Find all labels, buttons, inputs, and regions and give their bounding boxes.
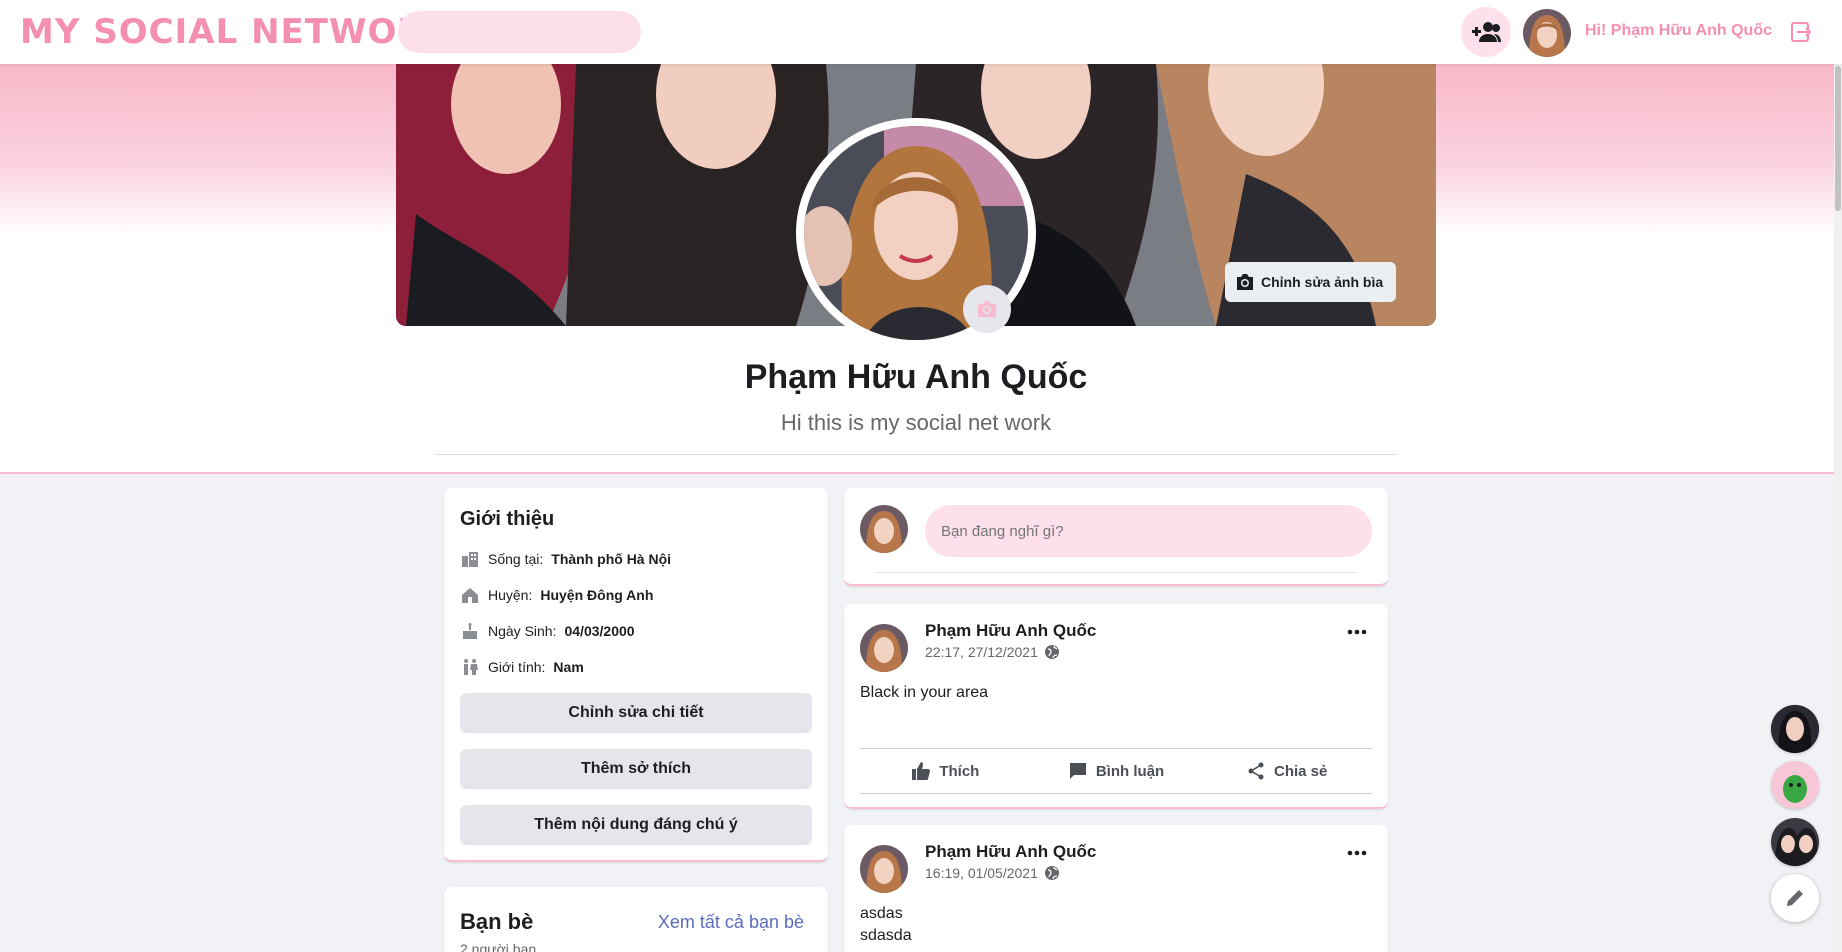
cake-icon: [460, 621, 480, 641]
intro-card: Giới thiệu Sống tại: Thành phố Hà Nội Hu…: [444, 488, 828, 862]
post-time: 22:17, 27/12/2021: [925, 644, 1038, 660]
more-icon: [1347, 629, 1367, 635]
header-avatar[interactable]: [1523, 9, 1571, 57]
intro-label: Giới tính:: [488, 659, 546, 675]
edit-cover-label: Chỉnh sửa ảnh bìa: [1261, 274, 1384, 290]
composer-avatar[interactable]: [860, 505, 908, 553]
post-text-line: sdasda: [860, 927, 912, 944]
comment-label: Bình luận: [1095, 762, 1165, 780]
like-label: Thích: [939, 762, 980, 780]
edit-details-button[interactable]: Chỉnh sửa chi tiết: [460, 693, 812, 733]
intro-label: Huyện:: [488, 587, 533, 603]
intro-title: Giới thiệu: [460, 508, 555, 530]
intro-value: 04/03/2000: [564, 623, 635, 639]
share-icon: [1248, 762, 1264, 780]
intro-value: Nam: [553, 659, 584, 675]
intro-row-city: Sống tại: Thành phố Hà Nội: [460, 548, 671, 570]
composer-divider: [876, 572, 1356, 573]
post-text-line: asdas: [860, 905, 903, 922]
contact-avatar[interactable]: [1771, 705, 1819, 753]
search-input[interactable]: [398, 11, 641, 53]
profile-divider: [435, 454, 1397, 455]
friends-count: 2 người bạn: [460, 941, 537, 952]
post-author[interactable]: Phạm Hữu Anh Quốc: [925, 842, 1096, 862]
more-icon: [1347, 850, 1367, 856]
post-author[interactable]: Phạm Hữu Anh Quốc: [925, 621, 1096, 641]
pencil-icon: [1787, 890, 1803, 906]
post-card: Phạm Hữu Anh Quốc 22:17, 27/12/2021 Blac…: [844, 604, 1388, 809]
post-author-avatar[interactable]: [860, 845, 908, 893]
add-friends-icon: [1472, 22, 1501, 42]
comment-icon: [1069, 763, 1086, 779]
post-text: Black in your area: [860, 684, 989, 701]
logout-icon[interactable]: [1789, 20, 1813, 44]
post-time: 16:19, 01/05/2021: [925, 865, 1038, 881]
change-avatar-button[interactable]: [963, 285, 1011, 333]
intro-value: Thành phố Hà Nội: [551, 551, 672, 567]
gender-icon: [460, 657, 480, 677]
globe-icon: [1044, 645, 1059, 659]
intro-value: Huyện Đông Anh: [540, 587, 654, 603]
add-hobbies-button[interactable]: Thêm sở thích: [460, 749, 812, 789]
home-icon: [460, 585, 480, 605]
header-greeting[interactable]: Hi! Phạm Hữu Anh Quốc: [1585, 22, 1772, 40]
contact-avatar[interactable]: [1771, 818, 1819, 866]
intro-row-gender: Giới tính: Nam: [460, 656, 584, 678]
add-featured-button[interactable]: Thêm nội dung đáng chú ý: [460, 805, 812, 845]
post-actions: Thích Bình luận Chia sẻ: [860, 748, 1372, 794]
see-all-friends-link[interactable]: Xem tất cả bạn bè: [658, 912, 804, 933]
contact-avatar[interactable]: [1771, 761, 1819, 809]
post-meta: 16:19, 01/05/2021: [925, 865, 1060, 881]
globe-icon: [1044, 866, 1059, 880]
intro-row-district: Huyện: Huyện Đông Anh: [460, 584, 653, 606]
profile-name: Phạm Hữu Anh Quốc: [744, 358, 1088, 396]
like-button[interactable]: Thích: [860, 749, 1031, 793]
new-message-button[interactable]: [1771, 874, 1819, 922]
post-author-avatar[interactable]: [860, 624, 908, 672]
intro-label: Ngày Sinh:: [488, 623, 557, 639]
profile-bio: Hi this is my social net work: [780, 410, 1052, 435]
friends-card: Bạn bè Xem tất cả bạn bè 2 người bạn: [444, 887, 828, 952]
friends-button[interactable]: [1461, 7, 1511, 57]
edit-cover-button[interactable]: Chỉnh sửa ảnh bìa: [1225, 262, 1397, 302]
post-meta: 22:17, 27/12/2021: [925, 644, 1060, 660]
intro-row-birthday: Ngày Sinh: 04/03/2000: [460, 620, 635, 642]
intro-label: Sống tại:: [488, 551, 544, 567]
city-icon: [460, 549, 480, 569]
thumbs-up-icon: [912, 762, 931, 780]
composer-input[interactable]: [925, 505, 1372, 557]
camera-icon: [978, 301, 996, 317]
post-more-button[interactable]: [1342, 622, 1372, 642]
share-button[interactable]: Chia sẻ: [1201, 749, 1372, 793]
post-card: Phạm Hữu Anh Quốc 16:19, 01/05/2021 asda…: [844, 825, 1388, 952]
comment-button[interactable]: Bình luận: [1031, 749, 1202, 793]
friends-title: Bạn bè: [460, 909, 534, 934]
top-bar: MY SOCIAL NETWORK Hi! Phạm Hữu Anh Quốc: [0, 0, 1842, 64]
post-composer: [844, 488, 1388, 586]
camera-icon: [1237, 274, 1253, 290]
scrollbar-thumb[interactable]: [1835, 66, 1841, 211]
app-logo[interactable]: MY SOCIAL NETWORK: [20, 12, 452, 52]
share-label: Chia sẻ: [1274, 762, 1328, 780]
post-text: asdas sdasda: [860, 903, 912, 947]
post-more-button[interactable]: [1342, 843, 1372, 863]
